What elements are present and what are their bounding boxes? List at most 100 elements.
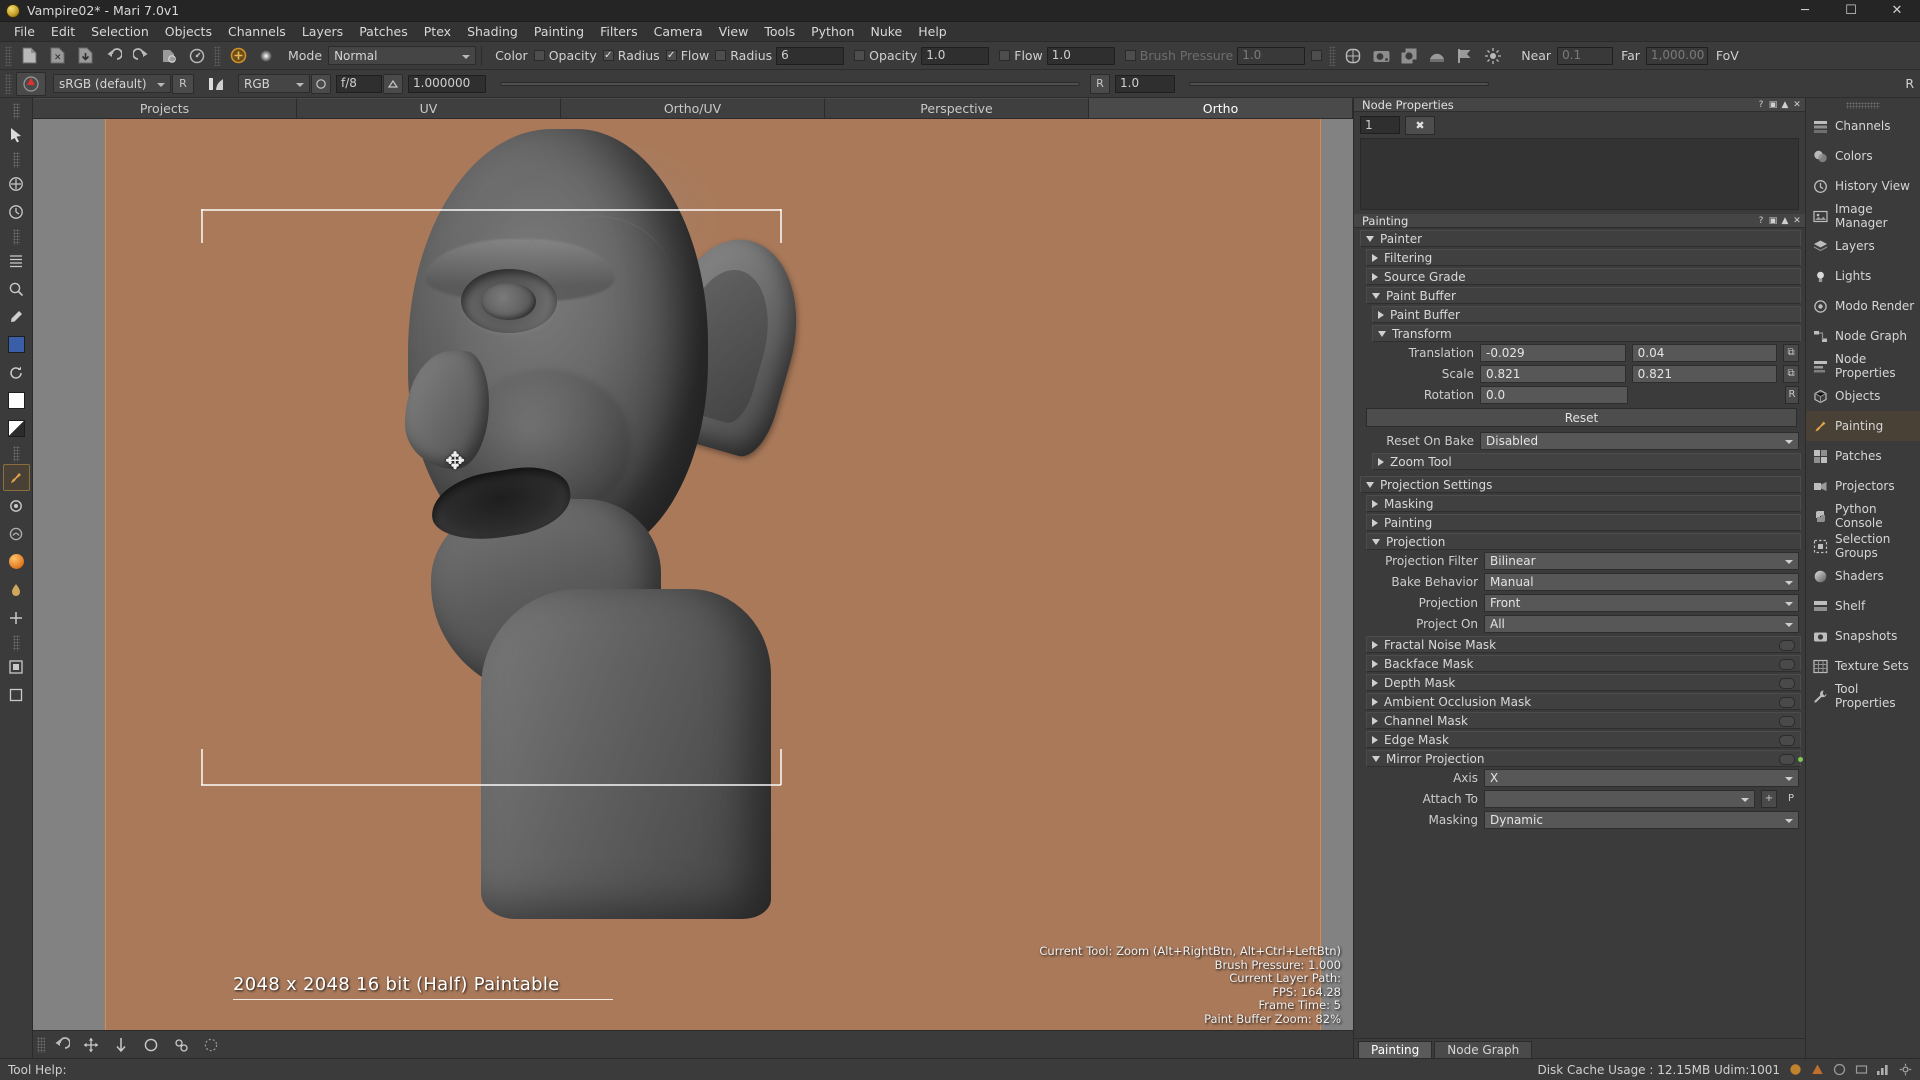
projection-filter-combo[interactable]: Bilinear <box>1484 551 1799 570</box>
section-painter[interactable]: Painter <box>1360 230 1801 247</box>
wireframe-icon[interactable] <box>1340 44 1366 68</box>
bottom-move-icon[interactable] <box>78 1033 104 1057</box>
sidebar-item-shaders[interactable]: Shaders <box>1806 561 1920 591</box>
menu-item-python[interactable]: Python <box>803 22 862 42</box>
radius-checkbox[interactable]: ✓ <box>602 50 614 61</box>
mirror-axis-combo[interactable]: X <box>1484 768 1799 787</box>
reset-on-bake-combo[interactable]: Disabled <box>1480 431 1799 450</box>
memory-indicator-icon[interactable] <box>1854 1063 1868 1077</box>
section-backface-mask[interactable]: Backface Mask <box>1366 655 1801 672</box>
left-toolbar-grip-4[interactable] <box>12 446 20 462</box>
ambient-occlusion-mask-toggle[interactable] <box>1779 697 1795 708</box>
left-toolbar-grip[interactable] <box>12 103 20 119</box>
swatch-split[interactable] <box>3 415 30 442</box>
maximize-button[interactable]: ☐ <box>1828 0 1874 22</box>
shortcut-manager-icon[interactable] <box>184 44 210 68</box>
rotation-input[interactable]: 0.0 <box>1480 385 1628 404</box>
brush-pressure-input[interactable]: 1.0 <box>1237 46 1306 65</box>
rotate-tool-icon[interactable] <box>3 198 30 225</box>
fractal-noise-mask-toggle[interactable] <box>1779 640 1795 651</box>
channel-mask-toggle[interactable] <box>1779 716 1795 727</box>
new-project-icon[interactable] <box>16 44 42 68</box>
opacity-input[interactable]: 1.0 <box>921 46 990 65</box>
viewport-3d[interactable]: ✥ 2048 x 2048 16 bit (Half) Paintable Cu… <box>33 119 1353 1030</box>
section-fractal-noise-mask[interactable]: Fractal Noise Mask <box>1366 636 1801 653</box>
mirror-masking-combo[interactable]: Dynamic <box>1484 810 1799 829</box>
undo-icon[interactable] <box>100 44 126 68</box>
section-mirror-projection[interactable]: Mirror Projection <box>1366 750 1803 767</box>
section-source-grade[interactable]: Source Grade <box>1366 268 1801 285</box>
painting-minimize-icon[interactable]: ▲ <box>1780 216 1790 226</box>
projection-frame-icon[interactable] <box>1396 44 1422 68</box>
sidebar-item-python-console[interactable]: Python Console <box>1806 501 1920 531</box>
toolbar-grip-2[interactable] <box>214 45 221 66</box>
flag-icon[interactable] <box>1452 44 1478 68</box>
menu-item-painting[interactable]: Painting <box>526 22 592 42</box>
color-picker-icon[interactable] <box>3 303 30 330</box>
painting-close-icon[interactable]: ✕ <box>1792 216 1802 226</box>
right-sidebar-grip[interactable] <box>1806 99 1920 111</box>
painting-help-icon[interactable]: ? <box>1756 216 1766 226</box>
eraser-tool-icon[interactable] <box>3 492 30 519</box>
menu-item-selection[interactable]: Selection <box>83 22 157 42</box>
menu-item-layers[interactable]: Layers <box>294 22 351 42</box>
toolbar-grip-3[interactable] <box>1329 45 1337 66</box>
radius-input[interactable]: 6 <box>776 46 845 65</box>
bottom-undo-icon[interactable] <box>48 1033 74 1057</box>
sidebar-item-lights[interactable]: Lights <box>1806 261 1920 291</box>
viewport-tab-uv[interactable]: UV <box>297 98 561 118</box>
color-toolbar-grip[interactable] <box>5 73 12 94</box>
section-masking[interactable]: Masking <box>1366 495 1801 512</box>
far-input[interactable]: 1,000.00 <box>1645 46 1708 65</box>
viewport-tab-projects[interactable]: Projects <box>33 98 297 118</box>
section-zoom-tool[interactable]: Zoom Tool <box>1372 453 1801 470</box>
sidebar-item-channels[interactable]: Channels <box>1806 111 1920 141</box>
flow-input[interactable]: 1.0 <box>1046 46 1115 65</box>
sidebar-item-projectors[interactable]: Projectors <box>1806 471 1920 501</box>
section-projection[interactable]: Projection <box>1366 533 1801 550</box>
bottom-settings-icon[interactable] <box>168 1033 194 1057</box>
sidebar-item-objects[interactable]: Objects <box>1806 381 1920 411</box>
save-project-icon[interactable] <box>72 44 98 68</box>
camera-icon[interactable] <box>1368 44 1394 68</box>
close-panel-icon[interactable]: ✕ <box>1792 100 1802 110</box>
move-gizmo-icon[interactable]: ✥ <box>445 449 465 473</box>
painting-tab-painting[interactable]: Painting <box>1358 1041 1433 1059</box>
pressure-extra-checkbox[interactable] <box>1311 50 1323 61</box>
swatch-blue[interactable] <box>3 331 30 358</box>
section-channel-mask[interactable]: Channel Mask <box>1366 712 1801 729</box>
select-cursor-icon[interactable] <box>3 121 30 148</box>
viewport-tab-perspective[interactable]: Perspective <box>825 98 1089 118</box>
left-toolbar-grip-2[interactable] <box>12 152 20 168</box>
attach-to-combo[interactable] <box>1484 789 1755 808</box>
backface-mask-toggle[interactable] <box>1779 659 1795 670</box>
sidebar-item-layers[interactable]: Layers <box>1806 231 1920 261</box>
section-paint-buffer[interactable]: Paint Buffer <box>1372 306 1801 323</box>
sidebar-item-node-properties[interactable]: Node Properties <box>1806 351 1920 381</box>
menu-item-view[interactable]: View <box>711 22 757 42</box>
color-manager-icon[interactable] <box>16 71 46 96</box>
refresh-icon[interactable] <box>3 359 30 386</box>
section-painting-sub[interactable]: Painting <box>1366 514 1801 531</box>
minimize-panel-icon[interactable]: ▲ <box>1780 100 1790 110</box>
exposure-toggle-icon[interactable] <box>311 73 331 94</box>
sidebar-item-selection-groups[interactable]: Selection Groups <box>1806 531 1920 561</box>
bottom-down-arrow-icon[interactable] <box>108 1033 134 1057</box>
menu-item-ptex[interactable]: Ptex <box>416 22 459 42</box>
toolbar-grip[interactable] <box>5 45 12 66</box>
painting-tab-node-graph[interactable]: Node Graph <box>1434 1041 1533 1059</box>
section-ambient-occlusion-mask[interactable]: Ambient Occlusion Mask <box>1366 693 1801 710</box>
mask-tool-icon[interactable] <box>3 653 30 680</box>
sidebar-item-image-manager[interactable]: Image Manager <box>1806 201 1920 231</box>
scale-link-icon[interactable]: ⧉ <box>1783 364 1799 383</box>
menu-item-objects[interactable]: Objects <box>157 22 220 42</box>
sidebar-item-snapshots[interactable]: Snapshots <box>1806 621 1920 651</box>
translation-y-input[interactable]: 0.04 <box>1631 343 1778 362</box>
sidebar-item-node-graph[interactable]: Node Graph <box>1806 321 1920 351</box>
clone-stamp-icon[interactable] <box>3 520 30 547</box>
add-color-icon[interactable] <box>225 44 251 68</box>
menu-item-filters[interactable]: Filters <box>592 22 645 42</box>
radius-lock-checkbox[interactable] <box>715 50 727 61</box>
move-tool-icon[interactable] <box>3 170 30 197</box>
section-transform[interactable]: Transform <box>1372 325 1801 342</box>
